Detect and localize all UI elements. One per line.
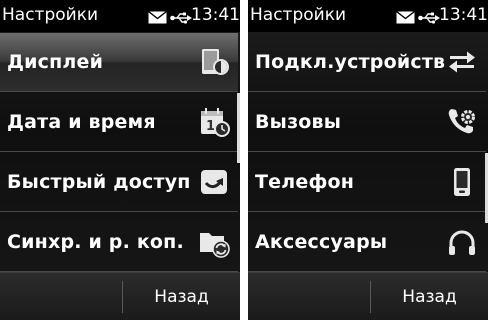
shortcut-icon [198,166,230,198]
scrollbar[interactable] [237,93,240,163]
usb-icon [418,9,440,24]
svg-text:1: 1 [206,119,215,134]
status-time: 13:41 [191,5,240,25]
status-title: Настройки [2,5,99,25]
connectivity-arrows-icon [446,46,478,78]
headset-icon [446,226,478,258]
menu-item-phone[interactable]: Телефон [248,153,486,212]
back-button[interactable]: Назад [123,273,240,320]
status-bar: Настройки 13:41 [248,0,488,32]
phone-device-icon [446,166,478,198]
menu-item-label: Дата и время [7,111,156,133]
mail-icon [148,9,167,24]
back-button[interactable]: Назад [371,273,488,320]
menu-item-label: Синхр. и р. коп. [7,231,184,253]
menu-item-label: Подкл.устройств [255,51,446,73]
menu-item-quick-access[interactable]: Быстрый доступ [0,153,238,212]
sync-folder-icon [198,226,230,258]
softkey-bar: Назад [248,272,488,320]
call-settings-icon [446,106,478,138]
menu-item-label: Аксессуары [255,231,388,253]
display-settings-icon [198,46,230,78]
settings-screen-right: Настройки 13:41 Подкл.устройств Вызовы Т… [248,0,488,320]
settings-screen-left: Настройки 13:41 Дисплей Дата и время 1 Б… [0,0,240,320]
menu-item-display[interactable]: Дисплей [0,33,238,92]
menu-item-label: Быстрый доступ [7,171,191,193]
status-bar: Настройки 13:41 [0,0,240,32]
status-time: 13:41 [439,5,488,25]
menu-item-date-time[interactable]: Дата и время 1 [0,93,238,152]
mail-icon [396,9,415,24]
calendar-clock-icon: 1 [198,106,230,138]
menu-item-sync-backup[interactable]: Синхр. и р. коп. [0,213,238,272]
menu-item-label: Дисплей [7,51,104,73]
menu-item-connectivity[interactable]: Подкл.устройств [248,33,486,92]
menu-item-calls[interactable]: Вызовы [248,93,486,152]
menu-item-label: Телефон [255,171,355,193]
softkey-bar: Назад [0,272,240,320]
menu-item-accessories[interactable]: Аксессуары [248,213,486,272]
menu-item-label: Вызовы [255,111,342,133]
status-title: Настройки [250,5,347,25]
usb-icon [170,9,192,24]
